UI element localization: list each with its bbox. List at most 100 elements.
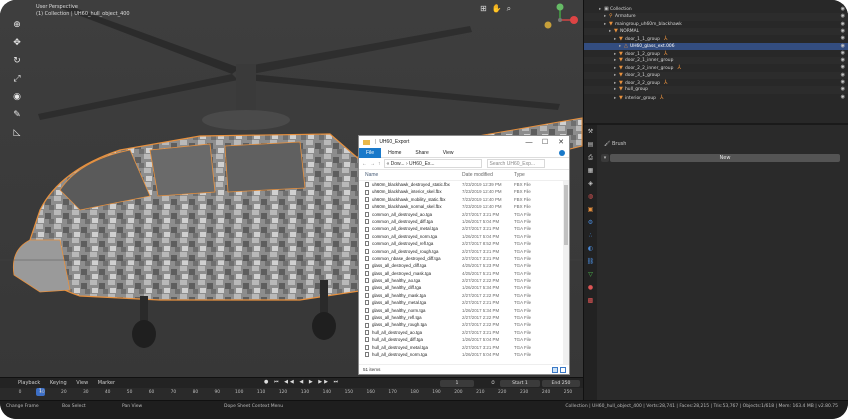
tab-share[interactable]: Share	[408, 150, 435, 156]
view-layer-icon[interactable]: ▦	[586, 166, 595, 175]
scene-icon[interactable]: ◈	[586, 179, 595, 188]
scrollbar-thumb[interactable]	[564, 185, 568, 245]
visibility-eye-icon[interactable]: ◉	[841, 43, 845, 50]
tab-file[interactable]: File	[359, 147, 382, 158]
outliner-item[interactable]: ▸ ▼ door_3_1_group ◉	[584, 71, 848, 79]
data-icon[interactable]: ▽	[586, 270, 595, 279]
modifier-icon[interactable]: ⚙	[586, 218, 595, 227]
particles-icon[interactable]: ∴	[586, 231, 595, 240]
outliner-item[interactable]: ▸ ⚲ Armature ◉	[584, 13, 848, 21]
up-icon[interactable]: ↑	[378, 161, 381, 167]
file-row[interactable]: uh60m_blackhawk_interior_skel.fbx 7/23/20…	[359, 188, 569, 195]
file-row[interactable]: glass_all_healthy_ao.tga 2/27/2017 2:22 P…	[359, 277, 569, 284]
visibility-eye-icon[interactable]: ◉	[841, 35, 845, 42]
file-row[interactable]: hull_all_destroyed_metal.tga 2/27/2017 3:…	[359, 344, 569, 351]
file-row[interactable]: glass_all_healthy_norm.tga 1/26/2017 5:34…	[359, 307, 569, 314]
brush-dropdown[interactable]: ▾	[601, 154, 609, 162]
clock-icon[interactable]: ⏱	[486, 380, 500, 387]
file-row[interactable]: hull_all_destroyed_diff.tga 1/26/2017 5:0…	[359, 336, 569, 343]
file-row[interactable]: common_all_destroyed_rough.tga 2/27/2017 …	[359, 248, 569, 255]
jump-end-icon[interactable]: ⏭	[334, 379, 341, 385]
file-row[interactable]: glass_all_healthy_refl.tga 2/27/2017 2:22…	[359, 314, 569, 321]
menu-playback[interactable]: Playback	[18, 380, 40, 386]
outliner-item[interactable]: ▸ ▼ interior_group ⅄ ◉	[584, 94, 848, 101]
zoom-icon[interactable]: ⌕	[507, 4, 516, 13]
help-icon[interactable]	[559, 149, 565, 156]
visibility-eye-icon[interactable]: ◉	[841, 21, 845, 28]
measure-icon[interactable]: ◺	[10, 126, 24, 140]
file-row[interactable]: glass_all_healthy_diff.tga 1/26/2017 5:34…	[359, 284, 569, 291]
file-row[interactable]: common_all_destroyed_refl.tga 2/27/2017 8…	[359, 240, 569, 247]
camera-icon[interactable]: ✋	[492, 4, 507, 13]
visibility-eye-icon[interactable]: ◉	[841, 64, 845, 71]
file-row[interactable]: common_nbase_destroyed_diff.tga 2/27/2017…	[359, 255, 569, 262]
menu-keying[interactable]: Keying	[50, 380, 67, 386]
file-row[interactable]: common_all_destroyed_diff.tga 1/26/2017 5…	[359, 218, 569, 225]
tool-icon[interactable]: ⚒	[586, 127, 595, 136]
world-icon[interactable]: ◍	[586, 192, 595, 201]
file-row[interactable]: common_all_destroyed_ao.tga 2/27/2017 3:2…	[359, 211, 569, 218]
explorer-titlebar[interactable]: | UH60_Export — ☐ ✕	[359, 136, 569, 148]
play-icon[interactable]: ▶	[309, 379, 315, 385]
current-frame-field[interactable]: 1	[440, 380, 474, 387]
outliner-item[interactable]: ▸ ▼ maingroup_uh60m_blackhawk ◉	[584, 21, 848, 28]
file-row[interactable]: glass_all_destroyed_diff.tga 4/25/2017 5:…	[359, 262, 569, 269]
search-input[interactable]: Search UH60_Exp...	[486, 159, 545, 168]
file-row[interactable]: uh60m_blackhawk_normal_skel.fbx 7/23/2019…	[359, 203, 569, 210]
record-icon[interactable]: ●	[264, 379, 270, 385]
transform-icon[interactable]: ◉	[10, 90, 24, 104]
file-row[interactable]: common_all_destroyed_metal.tga 2/27/2017 …	[359, 225, 569, 232]
outliner-item[interactable]: ▸ ▼ door_3_2_group ⅄ ◉	[584, 79, 848, 86]
outliner-item[interactable]: ▸ ▼ NORMAL ◉	[584, 27, 848, 36]
outliner-item[interactable]: ▸ △ UH60_glass_ext.006 ◉	[584, 42, 848, 50]
visibility-eye-icon[interactable]: ◉	[841, 94, 845, 101]
grid-icon[interactable]: ⊞	[480, 4, 492, 13]
outliner-item[interactable]: ▸ ▼ hull_group ◉	[584, 86, 848, 94]
physics-icon[interactable]: ◐	[586, 244, 595, 253]
back-icon[interactable]: ←	[362, 161, 367, 167]
visibility-eye-icon[interactable]: ◉	[841, 28, 845, 35]
scale-icon[interactable]: ⤢	[10, 72, 24, 86]
tiles-view-icon[interactable]	[560, 367, 566, 373]
visibility-eye-icon[interactable]: ◉	[841, 13, 845, 20]
visibility-eye-icon[interactable]: ◉	[841, 57, 845, 64]
file-row[interactable]: common_all_destroyed_norm.tga 1/26/2017 5…	[359, 233, 569, 240]
texture-icon[interactable]: ▩	[586, 296, 595, 305]
file-explorer-window[interactable]: | UH60_Export — ☐ ✕ File Home Share View…	[358, 135, 570, 375]
rotate-icon[interactable]: ↻	[10, 54, 24, 68]
3d-viewport[interactable]: User Perspective (1) Collection | UH60_h…	[0, 0, 583, 377]
visibility-eye-icon[interactable]: ◉	[841, 6, 845, 13]
menu-view[interactable]: View	[76, 380, 88, 386]
file-row[interactable]: glass_all_healthy_rough.tga 2/27/2017 2:2…	[359, 321, 569, 328]
jump-start-icon[interactable]: ⏮	[274, 379, 281, 385]
file-row[interactable]: hull_all_destroyed_norm.tga 1/26/2017 5:0…	[359, 351, 569, 358]
column-type[interactable]: Type	[514, 172, 552, 178]
play-reverse-icon[interactable]: ◀	[299, 379, 305, 385]
constraints-icon[interactable]: ⛓	[586, 257, 595, 266]
column-date-modified[interactable]: Date modified	[462, 172, 514, 178]
prev-key-icon[interactable]: ◀◀	[284, 379, 296, 385]
new-brush-button[interactable]: New	[610, 154, 840, 162]
axis-gizmo[interactable]	[540, 3, 580, 37]
outliner-item[interactable]: ▸ ▼ door_1_2_group ⅄ ◉	[584, 50, 848, 57]
outliner-item[interactable]: ▸ ▼ door_1_1_group ⅄ ◉	[584, 35, 848, 42]
outliner-item[interactable]: ▸ ▣Collection ◉	[584, 6, 848, 13]
annotate-icon[interactable]: ✎	[10, 108, 24, 122]
column-name[interactable]: Name	[359, 172, 462, 178]
visibility-eye-icon[interactable]: ◉	[841, 50, 845, 57]
file-row[interactable]: hull_all_destroyed_ao.tga 2/27/2017 3:21 …	[359, 329, 569, 336]
cursor-icon[interactable]: ⊕	[10, 18, 24, 32]
visibility-eye-icon[interactable]: ◉	[841, 86, 845, 93]
render-icon[interactable]: ▤	[586, 140, 595, 149]
file-row[interactable]: glass_all_healthy_mask.tga 2/27/2017 2:22…	[359, 292, 569, 299]
scrollbar[interactable]	[563, 181, 569, 365]
visibility-eye-icon[interactable]: ◉	[841, 72, 845, 79]
tab-home[interactable]: Home	[381, 150, 408, 156]
forward-icon[interactable]: →	[370, 161, 375, 167]
minimize-button[interactable]: —	[521, 139, 537, 146]
address-path[interactable]: « Dow... › UH60_Ex...	[383, 159, 482, 168]
file-row[interactable]: glass_all_destroyed_mask.tga 4/25/2017 5:…	[359, 270, 569, 277]
maximize-button[interactable]: ☐	[537, 138, 553, 146]
menu-marker[interactable]: Marker	[98, 380, 115, 386]
outliner-item[interactable]: ▸ ▼ door_2_2_inner_group ⅄ ◉	[584, 64, 848, 71]
